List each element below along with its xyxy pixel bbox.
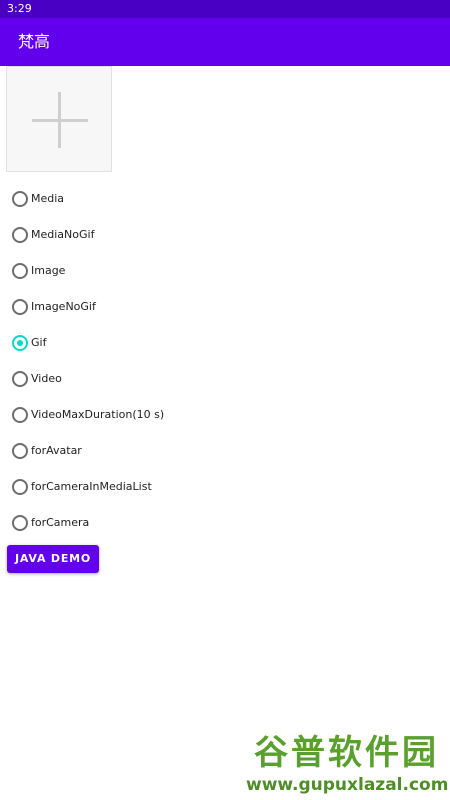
radio-option-forcamerainmedialist[interactable]: forCameraInMediaList bbox=[0, 469, 450, 505]
radio-label: Gif bbox=[31, 336, 47, 349]
radio-button-icon[interactable] bbox=[12, 227, 28, 243]
radio-button-icon[interactable] bbox=[12, 263, 28, 279]
radio-button-icon[interactable] bbox=[12, 191, 28, 207]
radio-option-medianogif[interactable]: MediaNoGif bbox=[0, 217, 450, 253]
radio-option-image[interactable]: Image bbox=[0, 253, 450, 289]
radio-button-icon[interactable] bbox=[12, 371, 28, 387]
status-time: 3:29 bbox=[7, 2, 32, 15]
radio-label: MediaNoGif bbox=[31, 228, 95, 241]
watermark-logo: 谷普软件园 www.gupuxlazal.com bbox=[246, 728, 449, 798]
radio-option-gif[interactable]: Gif bbox=[0, 325, 450, 361]
watermark-url: www.gupuxlazal.com bbox=[246, 775, 449, 795]
radio-button-icon[interactable] bbox=[12, 443, 28, 459]
radio-button-icon[interactable] bbox=[12, 299, 28, 315]
radio-option-foravatar[interactable]: forAvatar bbox=[0, 433, 450, 469]
status-bar: 3:29 bbox=[0, 0, 450, 18]
radio-button-icon[interactable] bbox=[12, 479, 28, 495]
radio-label: forCamera bbox=[31, 516, 90, 529]
add-media-tile[interactable] bbox=[6, 66, 112, 172]
java-demo-button[interactable]: JAVA DEMO bbox=[7, 545, 99, 573]
watermark-name: 谷普软件园 bbox=[254, 733, 439, 773]
plus-icon-vertical bbox=[58, 92, 61, 148]
radio-label: forCameraInMediaList bbox=[31, 480, 152, 493]
page-title: 梵高 bbox=[18, 32, 51, 51]
radio-label: VideoMaxDuration(10 s) bbox=[31, 408, 165, 421]
app-bar: 梵高 bbox=[0, 18, 450, 66]
radio-label: Image bbox=[31, 264, 66, 277]
radio-option-video[interactable]: Video bbox=[0, 361, 450, 397]
radio-option-videomaxduration[interactable]: VideoMaxDuration(10 s) bbox=[0, 397, 450, 433]
radio-button-icon[interactable] bbox=[12, 407, 28, 423]
radio-option-imagenogif[interactable]: ImageNoGif bbox=[0, 289, 450, 325]
radio-option-media[interactable]: Media bbox=[0, 181, 450, 217]
radio-option-forcamera[interactable]: forCamera bbox=[0, 505, 450, 541]
radio-button-checked-icon[interactable] bbox=[12, 335, 28, 351]
radio-button-icon[interactable] bbox=[12, 515, 28, 531]
radio-label: Media bbox=[31, 192, 65, 205]
radio-label: ImageNoGif bbox=[31, 300, 96, 313]
radio-label: Video bbox=[31, 372, 62, 385]
radio-label: forAvatar bbox=[31, 444, 82, 457]
radio-dot-icon bbox=[17, 340, 23, 346]
